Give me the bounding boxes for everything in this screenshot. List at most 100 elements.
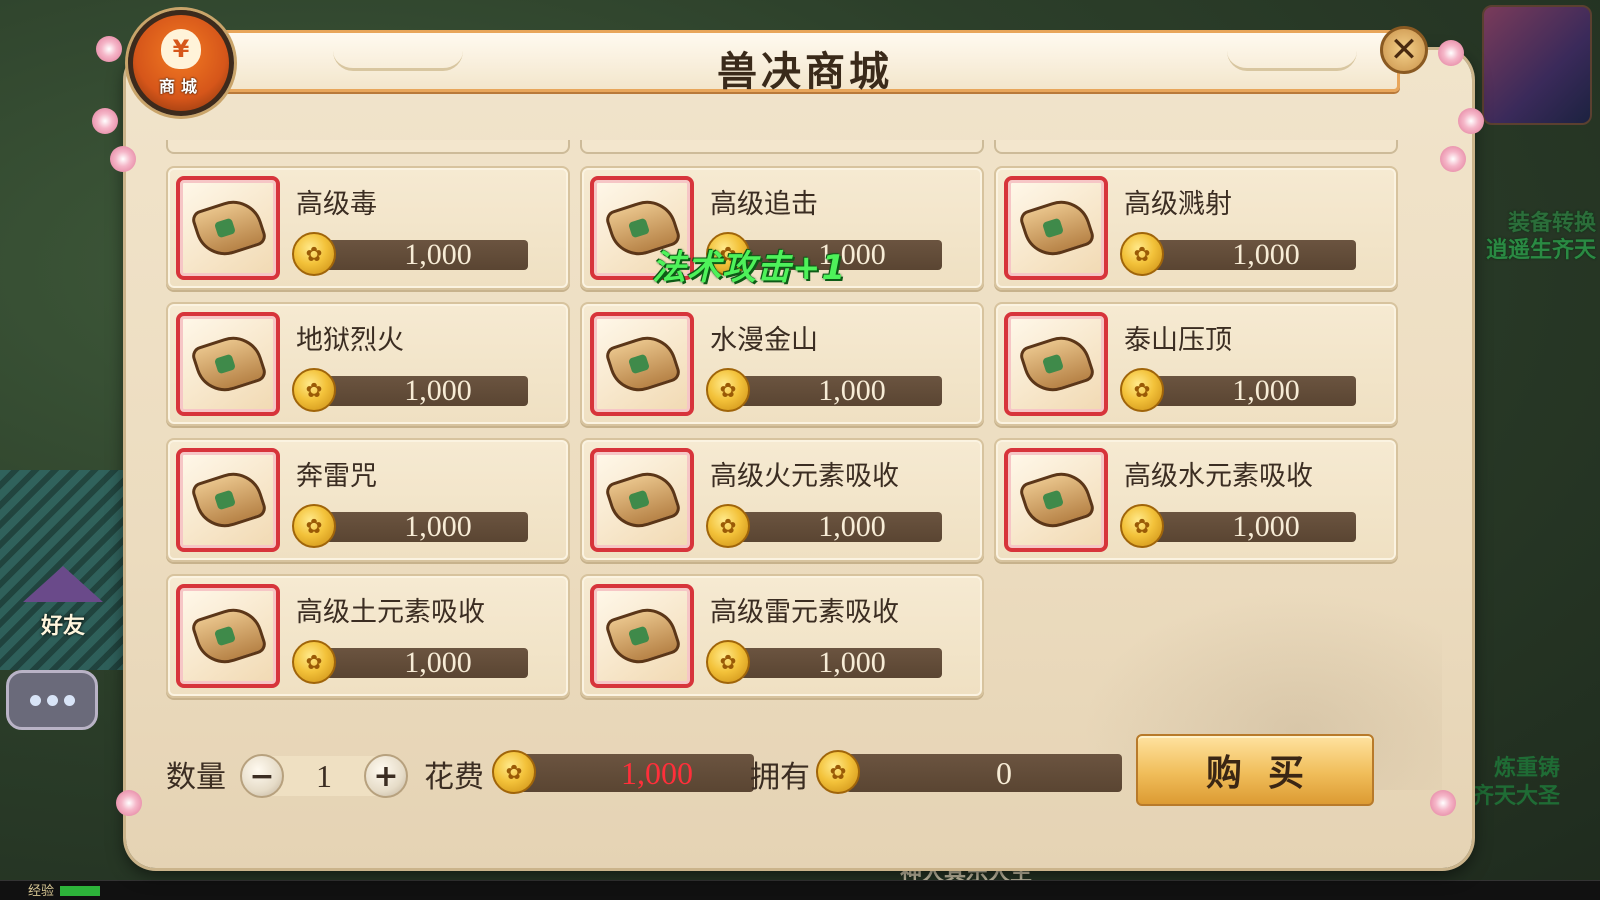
gold-coin-icon: ✿ <box>706 504 750 548</box>
owned-display: 0 <box>846 754 1122 792</box>
flower-decoration <box>1438 40 1464 66</box>
item-card[interactable]: 地狱烈火 1,000 ✿ <box>166 302 570 426</box>
item-card[interactable]: 高级土元素吸收 1,000 ✿ <box>166 574 570 698</box>
item-name: 地狱烈火 <box>296 325 404 356</box>
item-name: 高级毒 <box>296 189 377 220</box>
item-card[interactable]: 奔雷咒 1,000 ✿ <box>166 438 570 562</box>
flower-decoration <box>110 146 136 172</box>
item-name: 高级土元素吸收 <box>296 597 485 628</box>
item-price: 1,000 <box>404 510 472 543</box>
scroll-icon[interactable] <box>590 312 694 416</box>
previous-row-stubs <box>166 140 1402 156</box>
quantity-value[interactable]: 1 <box>284 758 364 795</box>
chat-dot-icon <box>63 694 75 706</box>
exp-label: 经验 <box>28 884 55 899</box>
item-price: 1,000 <box>1232 510 1300 543</box>
cost-value: 1,000 <box>621 755 693 791</box>
gold-coin-icon: ✿ <box>706 368 750 412</box>
flower-decoration <box>1430 790 1456 816</box>
item-name: 高级火元素吸收 <box>710 461 899 492</box>
gold-coin-icon: ✿ <box>292 232 336 276</box>
money-bag-icon: ¥ <box>161 29 201 69</box>
quantity-decrease-button[interactable]: − <box>240 754 284 798</box>
item-price: 1,000 <box>404 374 472 407</box>
friend-hat-icon <box>23 566 103 602</box>
cost-label: 花费 <box>424 760 484 795</box>
floating-buff-text: 法术攻击+1 <box>652 248 847 288</box>
item-card[interactable]: 水漫金山 1,000 ✿ <box>580 302 984 426</box>
item-price: 1,000 <box>1232 238 1300 271</box>
item-price: 1,000 <box>818 646 886 679</box>
buy-button[interactable]: 购买 <box>1136 734 1374 806</box>
item-price-bar: 1,000 <box>318 240 528 270</box>
flower-decoration <box>1458 108 1484 134</box>
gold-coin-icon: ✿ <box>292 368 336 412</box>
item-card[interactable]: 高级水元素吸收 1,000 ✿ <box>994 438 1398 562</box>
scroll-icon[interactable] <box>176 584 280 688</box>
item-name: 高级溅射 <box>1124 189 1232 220</box>
shop-title: 兽决商城 <box>717 49 893 95</box>
emblem-label: 商城 <box>158 77 203 96</box>
scroll-icon[interactable] <box>176 448 280 552</box>
quantity-label: 数量 <box>166 760 226 795</box>
chat-dot-icon <box>29 694 41 706</box>
item-price: 1,000 <box>404 238 472 271</box>
item-price-bar: 1,000 <box>732 648 942 678</box>
close-button[interactable]: ✕ <box>1380 26 1428 74</box>
flower-decoration <box>92 108 118 134</box>
item-price: 1,000 <box>818 374 886 407</box>
flower-decoration <box>116 790 142 816</box>
flower-decoration <box>96 36 122 62</box>
quantity-increase-button[interactable]: + <box>364 754 408 798</box>
scroll-icon[interactable] <box>176 176 280 280</box>
item-price-bar: 1,000 <box>318 376 528 406</box>
chat-button[interactable] <box>6 670 98 730</box>
gold-coin-icon: ✿ <box>1120 368 1164 412</box>
scroll-icon[interactable] <box>1004 312 1108 416</box>
gold-coin-icon: ✿ <box>292 504 336 548</box>
item-name: 高级水元素吸收 <box>1124 461 1313 492</box>
item-card[interactable]: 高级火元素吸收 1,000 ✿ <box>580 438 984 562</box>
character-portrait[interactable] <box>1482 5 1592 125</box>
item-name: 高级追击 <box>710 189 818 220</box>
item-list[interactable]: 高级毒 1,000 ✿ 高级追击 1,000 ✿ 高级溅射 1,000 ✿ 地狱烈火 1,000 ✿ 水… <box>166 140 1402 706</box>
scroll-icon[interactable] <box>1004 448 1108 552</box>
gold-coin-icon: ✿ <box>1120 504 1164 548</box>
plus-icon: + <box>373 758 399 794</box>
shop-emblem: ¥ 商城 <box>128 10 234 116</box>
scroll-icon[interactable] <box>590 584 694 688</box>
bg-text-npc: 齐天大圣 <box>1471 784 1560 809</box>
item-card-stub <box>166 140 570 154</box>
friend-label: 好友 <box>40 614 85 639</box>
chat-dot-icon <box>46 694 58 706</box>
scroll-icon[interactable] <box>176 312 280 416</box>
item-price: 1,000 <box>818 510 886 543</box>
item-price-bar: 1,000 <box>1146 512 1356 542</box>
item-price-bar: 1,000 <box>318 512 528 542</box>
gold-coin-icon: ✿ <box>706 640 750 684</box>
gold-coin-icon: ✿ <box>1120 232 1164 276</box>
item-price-bar: 1,000 <box>732 512 942 542</box>
item-card[interactable]: 高级溅射 1,000 ✿ <box>994 166 1398 290</box>
item-card[interactable]: 高级雷元素吸收 1,000 ✿ <box>580 574 984 698</box>
item-price-bar: 1,000 <box>1146 376 1356 406</box>
owned-value: 0 <box>996 755 1012 791</box>
own-label: 拥有 <box>750 760 810 795</box>
gold-coin-icon: ✿ <box>292 640 336 684</box>
item-price-bar: 1,000 <box>1146 240 1356 270</box>
close-icon: ✕ <box>1389 30 1419 70</box>
item-card[interactable]: 高级毒 1,000 ✿ <box>166 166 570 290</box>
item-price-bar: 1,000 <box>732 376 942 406</box>
title-bar: 兽决商城 <box>210 30 1400 95</box>
scroll-icon[interactable] <box>1004 176 1108 280</box>
item-price-bar: 1,000 <box>318 648 528 678</box>
flower-decoration <box>1440 146 1466 172</box>
item-card[interactable]: 泰山压顶 1,000 ✿ <box>994 302 1398 426</box>
quantity-stepper[interactable]: − 1 + <box>240 754 408 798</box>
item-name: 水漫金山 <box>710 325 818 356</box>
friend-button[interactable]: 好友 <box>18 550 108 640</box>
gold-coin-icon: ✿ <box>816 750 860 794</box>
item-price: 1,000 <box>1232 374 1300 407</box>
purchase-controls: 数量 − 1 + 花费 1,000 ✿ 拥有 0 ✿ 购买 <box>166 734 1396 820</box>
scroll-icon[interactable] <box>590 448 694 552</box>
